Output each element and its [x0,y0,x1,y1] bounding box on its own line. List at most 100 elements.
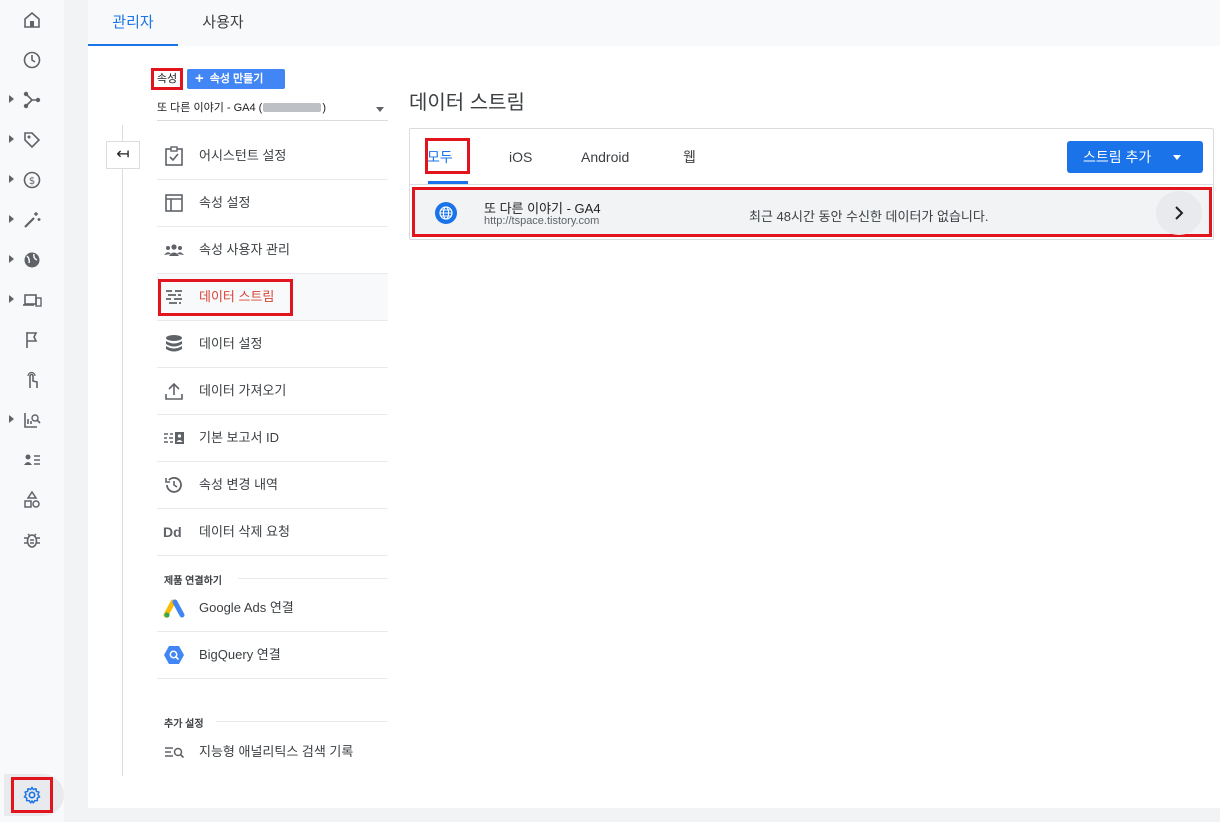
people-icon [164,244,184,256]
tech-nav[interactable] [0,280,64,320]
tab-android[interactable]: Android [581,129,629,185]
additional-settings-heading: 추가 설정 [164,719,204,730]
tab-ios[interactable]: iOS [509,129,532,185]
property-label: 속성 [151,68,183,90]
upload-icon [165,382,183,400]
magic-wand-icon [24,212,41,228]
nav-item-reporting-id[interactable]: 기본 보고서 ID [157,415,388,462]
events-nav[interactable] [0,320,64,360]
custom-nav[interactable] [0,480,64,520]
open-stream-button[interactable] [1156,191,1202,235]
tab-web[interactable]: 웹 [683,129,696,185]
nav-item-property-settings[interactable]: 속성 설정 [157,180,388,227]
monetization-nav[interactable]: $ [0,160,64,200]
nav-item-label: BigQuery 연결 [199,647,281,662]
nav-item-change-history[interactable]: 속성 변경 내역 [157,462,388,509]
back-arrow-icon: ↤ [116,146,130,163]
nav-item-label: 어시스턴트 설정 [199,148,287,163]
add-stream-button[interactable]: 스트림 추가 [1067,141,1203,173]
history-icon [165,477,182,493]
nav-item-data-import[interactable]: 데이터 가져오기 [157,368,388,415]
stream-status: 최근 48시간 동안 수신한 데이터가 없습니다. [749,209,989,224]
section-divider [216,721,388,722]
nav-item-label: Google Ads 연결 [199,600,294,615]
engagement-nav[interactable] [0,360,64,400]
devices-icon [23,294,42,307]
globe-icon [24,252,40,268]
nav-item-data-settings[interactable]: 데이터 설정 [157,321,388,368]
svg-text:$: $ [29,176,35,187]
create-property-button[interactable]: + 속성 만들기 [187,69,285,89]
analysis-nav[interactable] [0,400,64,440]
back-button[interactable]: ↤ [106,141,140,169]
settings-nav[interactable] [11,777,53,813]
audience-nav[interactable] [0,440,64,480]
dropdown-arrow-icon [1173,155,1181,160]
debug-nav[interactable] [0,520,64,560]
geo-nav[interactable] [0,240,64,280]
nav-item-label: 데이터 삭제 요청 [199,524,290,539]
realtime-nav[interactable] [0,40,64,80]
chevron-right-icon [1175,206,1184,220]
expand-arrow-icon [9,255,14,263]
left-rail: $ [0,0,64,822]
tab-all-highlight [425,138,470,174]
active-tab-indicator [428,181,468,184]
explore-nav[interactable] [0,200,64,240]
tags-nav[interactable] [0,120,64,160]
nav-item-google-ads[interactable]: Google Ads 연결 [157,585,388,632]
audience-list-icon [24,454,40,465]
globe-icon [439,206,453,220]
nav-item-label: 데이터 가져오기 [199,383,287,398]
database-icon [166,335,182,352]
nav-item-assistant[interactable]: 어시스턴트 설정 [157,133,388,180]
expand-arrow-icon [9,135,14,143]
stream-filter-tabs: 모두 iOS Android 웹 스트림 추가 [410,129,1213,185]
property-selector-prefix: 또 다른 이야기 - GA4 ( [157,102,263,114]
nav-item-label: 데이터 설정 [199,336,263,351]
dropdown-arrow-icon [376,107,384,112]
search-history-icon [165,747,185,759]
touch-icon [27,371,38,388]
google-ads-icon [163,599,185,618]
expand-arrow-icon [9,415,14,423]
clock-icon [23,51,41,69]
property-selector[interactable]: 또 다른 이야기 - GA4 () [157,97,388,121]
add-stream-label: 스트림 추가 [1083,149,1152,165]
streams-card: 모두 iOS Android 웹 스트림 추가 또 다른 이야기 - GA4 h… [409,128,1214,240]
stream-row[interactable]: 또 다른 이야기 - GA4 http://tspace.tistory.com… [412,187,1212,237]
expand-arrow-icon [9,295,14,303]
nav-item-bigquery[interactable]: BigQuery 연결 [157,632,388,679]
nav-item-label: 기본 보고서 ID [199,430,280,445]
nav-item-label: 속성 변경 내역 [199,477,278,492]
lifecycle-nav[interactable] [0,80,64,120]
checklist-icon [165,146,183,166]
home-nav[interactable] [0,0,64,40]
tag-icon [24,132,41,149]
nav-item-label: 속성 설정 [199,195,251,210]
tab-admin[interactable]: 관리자 [88,0,178,46]
nav-item-search-history[interactable]: 지능형 애널리틱스 검색 기록 [157,729,388,776]
nav-item-data-deletion[interactable]: Dd 데이터 삭제 요청 [157,509,388,556]
property-selector-suffix: ) [322,102,327,114]
stream-url: http://tspace.tistory.com [484,215,600,227]
expand-arrow-icon [9,95,14,103]
nav-item-label: 지능형 애널리틱스 검색 기록 [199,744,354,759]
data-streams-highlight [158,279,293,316]
dd-icon: Dd [163,524,182,540]
nav-item-user-management[interactable]: 속성 사용자 관리 [157,227,388,274]
section-divider [238,578,388,579]
dollar-icon: $ [23,171,41,189]
top-tabbar: 관리자 사용자 [88,0,1220,46]
flag-icon [26,332,38,348]
layout-icon [165,194,183,212]
bug-icon [24,533,40,548]
tab-user[interactable]: 사용자 [178,0,268,46]
bigquery-icon [164,646,184,664]
column-divider [122,125,123,776]
page-title: 데이터 스트림 [409,92,525,114]
reporting-id-icon [164,432,184,444]
create-property-label: 속성 만들기 [209,73,264,85]
report-search-icon [24,413,41,428]
expand-arrow-icon [9,175,14,183]
